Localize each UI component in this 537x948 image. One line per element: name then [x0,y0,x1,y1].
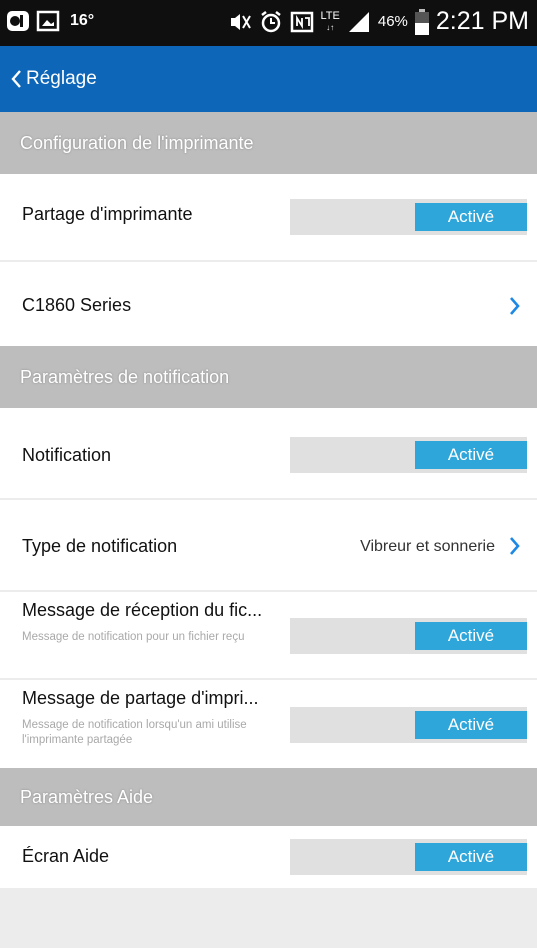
printer-sharing-toggle[interactable]: Activé [290,199,527,235]
row-printer-share-message: Message de partage d'impri... Message de… [0,680,537,768]
image-icon [36,10,60,32]
app-bar: Réglage [0,46,537,112]
section-header-help-settings: Paramètres Aide [0,768,537,826]
toggle-on-label: Activé [415,622,527,650]
printer-sharing-label: Partage d'imprimante [22,204,193,224]
printer-name-label: C1860 Series [22,295,132,315]
toggle-on-label: Activé [415,441,527,469]
signal-icon [348,11,369,32]
nfc-icon [290,11,313,32]
clock: 2:21 PM [435,7,529,35]
printer-share-message-label: Message de partage d'impri... [22,688,259,708]
chevron-right-icon[interactable] [509,536,521,556]
notification-toggle[interactable]: Activé [290,437,527,473]
page-title: Réglage [26,68,97,89]
toggle-on-label: Activé [415,203,527,231]
section-header-printer-config: Configuration de l'imprimante [0,112,537,174]
ui-app-icon [7,11,29,31]
row-file-received-message: Message de réception du fic... Message d… [0,592,537,678]
file-received-description: Message de notification pour un fichier … [22,631,245,643]
row-printer-select[interactable]: C1860 Series [0,262,537,346]
alarm-icon [260,10,281,32]
help-screen-toggle[interactable]: Activé [290,839,527,875]
network-label: LTE [320,9,340,22]
printer-share-message-description: Message de notification lorsqu'un ami ut… [22,719,247,746]
help-screen-label: Écran Aide [22,846,110,866]
chevron-left-icon [11,70,21,88]
file-received-toggle[interactable]: Activé [290,618,527,654]
mute-icon [230,13,251,30]
row-help-screen: Écran Aide Activé [0,826,537,888]
row-notification-type[interactable]: Type de notification Vibreur et sonnerie [0,500,537,590]
lte-icon: LTE ↓↑ [320,9,340,32]
notification-label: Notification [22,445,112,465]
toggle-on-label: Activé [415,711,527,739]
status-bar: 16° LTE ↓↑ 46% 2:21 PM [0,0,537,46]
chevron-right-icon[interactable] [509,296,521,316]
row-printer-sharing: Partage d'imprimante Activé [0,174,537,260]
printer-share-message-toggle[interactable]: Activé [290,707,527,743]
row-notification: Notification Activé [0,408,537,498]
battery-icon [414,8,429,35]
section-header-notification-settings: Paramètres de notification [0,346,537,408]
toggle-on-label: Activé [415,843,527,871]
battery-percent: 46% [377,13,408,30]
back-button[interactable]: Réglage [0,46,97,112]
temperature: 16° [70,12,95,29]
footer-area [0,888,537,948]
file-received-label: Message de réception du fic... [22,600,263,620]
notification-type-label: Type de notification [22,536,178,556]
notification-type-value: Vibreur et sonnerie [360,538,495,555]
